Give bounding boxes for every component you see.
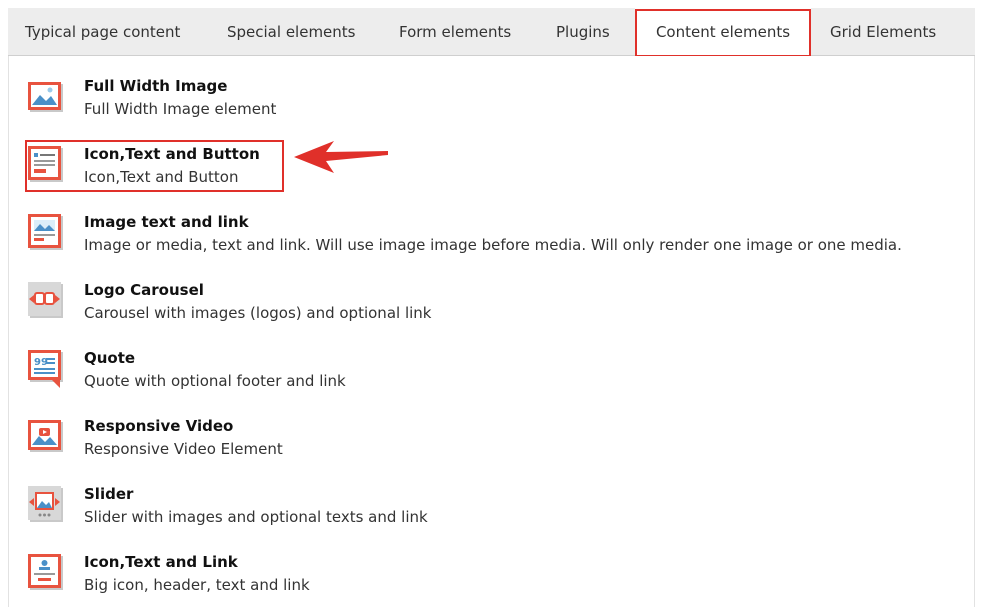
tab-grid-elements[interactable]: Grid Elements [830,8,936,56]
list-item-icon-text-link[interactable]: Icon,Text and Link Big icon, header, tex… [26,552,966,612]
item-description: Big icon, header, text and link [84,576,310,594]
item-title: Slider [84,485,134,503]
list-item-quote[interactable]: 99 Quote Quote with optional footer and … [26,348,966,408]
red-arrow-icon [294,141,388,173]
slider-icon [28,486,63,522]
logo-carousel-icon [28,282,63,318]
item-description: Slider with images and optional texts an… [84,508,428,526]
tab-highlight-box [635,9,811,57]
tab-special-elements[interactable]: Special elements [227,8,355,56]
item-description: Image or media, text and link. Will use … [84,236,902,254]
image-text-link-icon [28,214,63,250]
tab-plugins[interactable]: Plugins [556,8,610,56]
item-title: Image text and link [84,213,249,231]
list-item-full-width-image[interactable]: Full Width Image Full Width Image elemen… [26,76,966,136]
full-width-image-icon [28,82,63,112]
tab-bar: Typical page content Special elements Fo… [8,8,975,57]
list-item-image-text-link[interactable]: Image text and link Image or media, text… [26,212,966,272]
item-title: Full Width Image [84,77,228,95]
svg-text:99: 99 [34,357,48,368]
item-title: Icon,Text and Link [84,553,238,571]
list-item-responsive-video[interactable]: Responsive Video Responsive Video Elemen… [26,416,966,476]
icon-text-link-icon [28,554,63,590]
responsive-video-icon [28,420,63,452]
item-description: Responsive Video Element [84,440,283,458]
tab-typical-page-content[interactable]: Typical page content [25,8,180,56]
quote-icon: 99 [28,350,63,388]
item-title: Responsive Video [84,417,234,435]
item-title: Quote [84,349,136,367]
item-description: Quote with optional footer and link [84,372,346,390]
item-description: Carousel with images (logos) and optiona… [84,304,432,322]
item-description: Full Width Image element [84,100,277,118]
item-title: Logo Carousel [84,281,204,299]
list-item-logo-carousel[interactable]: Logo Carousel Carousel with images (logo… [26,280,966,340]
item-highlight-box [25,140,284,192]
list-item-slider[interactable]: Slider Slider with images and optional t… [26,484,966,544]
tab-form-elements[interactable]: Form elements [399,8,511,56]
